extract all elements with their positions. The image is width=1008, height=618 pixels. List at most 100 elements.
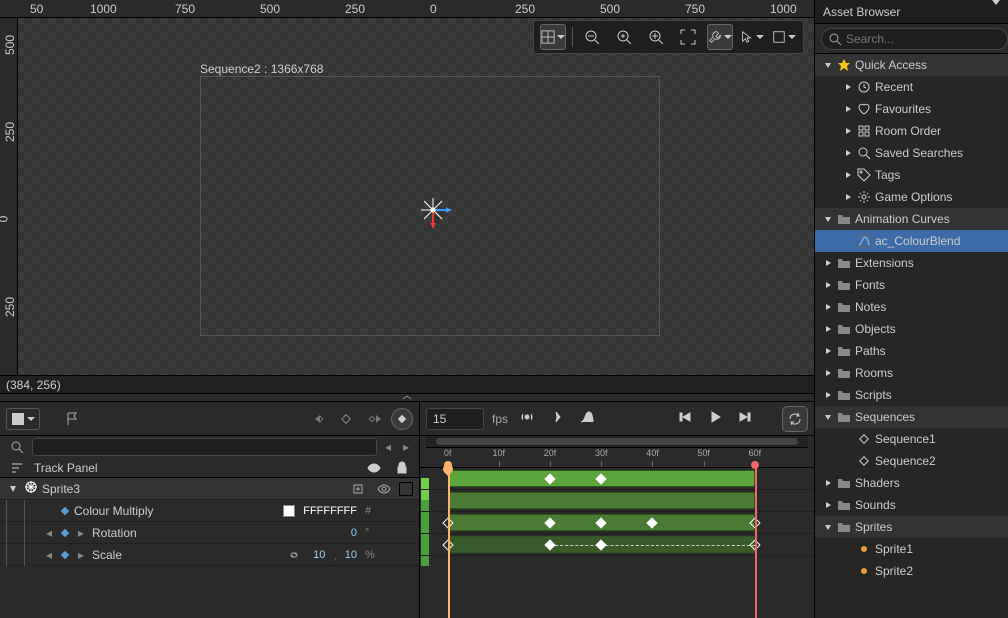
search-next-button[interactable]: ▸ xyxy=(399,440,413,454)
auto-key-button[interactable] xyxy=(391,408,413,430)
key-diamond-icon[interactable] xyxy=(60,528,70,538)
tree-item[interactable]: Recent xyxy=(815,76,1008,98)
zoom-out-button[interactable] xyxy=(579,24,605,50)
toggle-visibility-all[interactable] xyxy=(363,457,385,479)
tree-item[interactable]: Favourites xyxy=(815,98,1008,120)
track-search-input[interactable] xyxy=(32,438,377,456)
prev-key-button[interactable] xyxy=(307,408,329,430)
tree-item[interactable]: ac_ColourBlend xyxy=(815,230,1008,252)
fps-label: fps xyxy=(492,412,508,426)
next-key-button[interactable] xyxy=(363,408,385,430)
sequence-canvas[interactable]: 50100075050025002505007501000 5002500250… xyxy=(0,0,814,393)
visibility-toggle[interactable] xyxy=(373,478,395,500)
value-decrease[interactable]: ◂ xyxy=(42,526,56,540)
asset-tree[interactable]: Quick AccessRecentFavouritesRoom OrderSa… xyxy=(815,54,1008,618)
end-marker[interactable] xyxy=(755,468,757,618)
value-increase[interactable]: ▸ xyxy=(74,548,88,562)
zoom-in-button[interactable] xyxy=(643,24,669,50)
tree-folder[interactable]: Fonts xyxy=(815,274,1008,296)
loop-button[interactable] xyxy=(782,406,808,432)
transform-gizmo[interactable] xyxy=(418,195,448,225)
tree-item[interactable]: Tags xyxy=(815,164,1008,186)
curve-editor-button[interactable] xyxy=(576,406,598,431)
track-search-icon xyxy=(6,436,28,458)
toggle-lock-all[interactable] xyxy=(391,457,413,479)
caret-icon[interactable] xyxy=(6,484,20,494)
tree-folder[interactable]: Scripts xyxy=(815,384,1008,406)
track-panel-title: Track Panel xyxy=(34,461,98,475)
track-toolbar xyxy=(0,402,419,436)
goto-end-button[interactable] xyxy=(734,406,756,431)
tree-folder[interactable]: Rooms xyxy=(815,362,1008,384)
tree-item[interactable]: Sprite1 xyxy=(815,538,1008,560)
track-value-x[interactable]: 10 xyxy=(309,549,329,561)
key-diamond-icon[interactable] xyxy=(60,506,70,516)
track-layout-dropdown[interactable] xyxy=(6,408,40,430)
broadcast-button[interactable] xyxy=(516,406,538,431)
asset-browser-title: Asset Browser xyxy=(823,5,900,19)
zoom-reset-button[interactable] xyxy=(611,24,637,50)
panel-resize-handle[interactable] xyxy=(0,393,814,402)
tree-item[interactable]: Sequence2 xyxy=(815,450,1008,472)
track-asset-row[interactable]: Sprite3 xyxy=(0,478,419,500)
tree-folder[interactable]: Notes xyxy=(815,296,1008,318)
tree-folder[interactable]: Sequences xyxy=(815,406,1008,428)
timeline-ruler[interactable]: 0f10f20f30f40f50f60f xyxy=(420,448,814,468)
track-value[interactable]: 0 xyxy=(347,527,361,539)
link-xy-icon[interactable] xyxy=(283,544,305,566)
goto-start-button[interactable] xyxy=(674,406,696,431)
canvas-display-dropdown[interactable] xyxy=(771,24,797,50)
value-decrease[interactable]: ◂ xyxy=(42,548,56,562)
tree-item[interactable]: Room Order xyxy=(815,120,1008,142)
tree-item[interactable]: Game Options xyxy=(815,186,1008,208)
tree-folder[interactable]: Shaders xyxy=(815,472,1008,494)
fit-view-button[interactable] xyxy=(675,24,701,50)
track-name: Rotation xyxy=(92,526,279,540)
canvas-toolbar xyxy=(533,20,804,54)
grid-toggle-button[interactable] xyxy=(540,24,566,50)
ruler-horizontal: 50100075050025002505007501000 xyxy=(0,0,814,18)
timeline-lanes[interactable] xyxy=(420,468,814,618)
cursor-dropdown[interactable] xyxy=(739,24,765,50)
sprite-icon xyxy=(24,480,38,497)
value-increase[interactable]: ▸ xyxy=(74,526,88,540)
add-track-button[interactable] xyxy=(347,478,369,500)
tree-folder[interactable]: Sounds xyxy=(815,494,1008,516)
key-diamond-icon[interactable] xyxy=(60,550,70,560)
track-value-y[interactable]: 10 xyxy=(341,549,361,561)
track-color-swatch[interactable] xyxy=(399,482,413,496)
asset-search-input[interactable] xyxy=(846,32,1001,46)
moment-button[interactable] xyxy=(546,406,568,431)
tree-folder[interactable]: Sprites xyxy=(815,516,1008,538)
asset-browser-title-bar[interactable]: Asset Browser xyxy=(815,0,1008,24)
search-prev-button[interactable]: ◂ xyxy=(381,440,395,454)
search-icon xyxy=(828,32,842,46)
tree-item[interactable]: Sprite2 xyxy=(815,560,1008,582)
sequence-label: Sequence2 : 1366x768 xyxy=(200,62,323,76)
flag-button[interactable] xyxy=(62,408,84,430)
tools-dropdown[interactable] xyxy=(707,24,733,50)
tree-folder[interactable]: Extensions xyxy=(815,252,1008,274)
playhead-line[interactable] xyxy=(448,468,450,618)
record-key-button[interactable] xyxy=(335,408,357,430)
tree-folder[interactable]: Paths xyxy=(815,340,1008,362)
track-unit: % xyxy=(365,549,379,561)
color-swatch[interactable] xyxy=(283,505,295,517)
coordinate-readout: (384, 256) xyxy=(0,375,814,393)
timeline-scrollbar[interactable] xyxy=(426,436,808,448)
tree-item[interactable]: Saved Searches xyxy=(815,142,1008,164)
fps-input[interactable]: 15 xyxy=(426,408,484,430)
tree-folder[interactable]: Objects xyxy=(815,318,1008,340)
track-property-row[interactable]: ◂ ▸ Scale 10 , 10 % xyxy=(0,544,419,566)
asset-browser-search-bar xyxy=(815,24,1008,54)
tree-folder[interactable]: Animation Curves xyxy=(815,208,1008,230)
tree-item[interactable]: Sequence1 xyxy=(815,428,1008,450)
track-property-row[interactable]: Colour Multiply FFFFFFFF # xyxy=(0,500,419,522)
track-asset-name: Sprite3 xyxy=(42,482,343,496)
track-property-row[interactable]: ◂ ▸ Rotation 0 ° xyxy=(0,522,419,544)
play-button[interactable] xyxy=(704,406,726,431)
tree-group-quick-access[interactable]: Quick Access xyxy=(815,54,1008,76)
ruler-vertical: 5002500250 xyxy=(0,0,18,393)
track-hex-value[interactable]: FFFFFFFF xyxy=(299,505,361,517)
track-sort-button[interactable] xyxy=(6,457,28,479)
